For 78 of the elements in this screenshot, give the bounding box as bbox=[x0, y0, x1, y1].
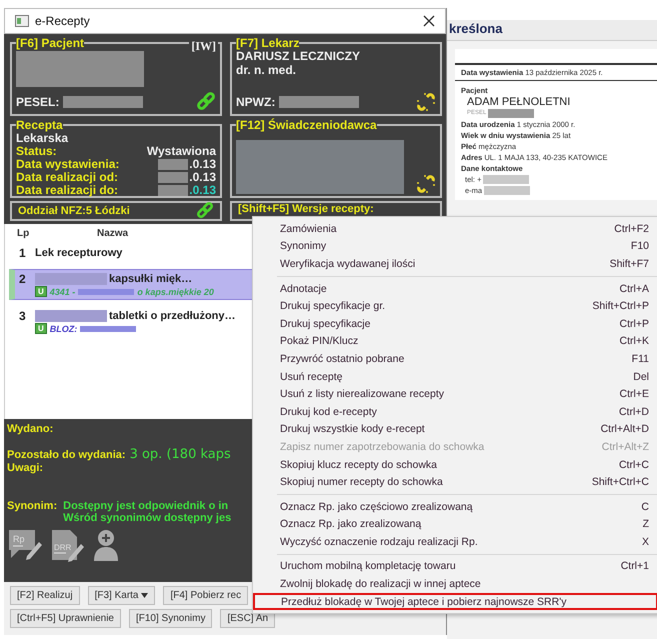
drug-name: kapsułki mięk… bbox=[35, 272, 192, 286]
field-label: Status: bbox=[16, 145, 57, 158]
drug-code: 4341 - bbox=[50, 286, 76, 296]
pesel-label: PESEL: bbox=[16, 95, 60, 109]
drug-name: tabletki o przedłużony… bbox=[35, 310, 236, 322]
drug-detail: o kaps.miękkie 20 bbox=[137, 286, 214, 296]
menu-item[interactable]: Oznacz Rp. jako zrealizowaną Z bbox=[253, 516, 657, 534]
synonym-note: Dostępny jest odpowiednik o in bbox=[63, 500, 230, 512]
toolbar-button[interactable]: [F10] Synonimy bbox=[128, 609, 212, 628]
synonym-note: Wśród synonimów dostępny jes bbox=[63, 512, 232, 524]
drug-code: BLOZ: bbox=[50, 324, 78, 334]
remaining-value: 3 op. (180 kaps bbox=[130, 447, 231, 462]
close-icon[interactable] bbox=[423, 15, 435, 27]
menu-item[interactable]: Uruchom mobilną kompletację towaru Ctrl+1 bbox=[253, 558, 657, 576]
broken-link-icon[interactable] bbox=[416, 174, 436, 194]
issued-label: Wydano: bbox=[7, 423, 54, 435]
menu-item[interactable]: Usuń receptę Del bbox=[253, 368, 657, 386]
field-value: .0.13 bbox=[158, 171, 216, 184]
toolbar-button[interactable]: [F2] Realizuj bbox=[10, 586, 80, 605]
menu-item[interactable]: Pokaż PIN/Klucz Ctrl+K bbox=[253, 332, 657, 350]
panel-title[interactable]: [F12] Świadczeniodawca bbox=[236, 118, 377, 132]
menu-item[interactable]: Wyczyść oznaczenie rodzaju realizacji Rp. X bbox=[253, 533, 657, 551]
menu-item[interactable]: Zamówienia Ctrl+F2 bbox=[253, 220, 657, 238]
menu-item[interactable]: Oznacz Rp. jako częściowo zrealizowaną C bbox=[253, 498, 657, 516]
column-header: Lp bbox=[16, 228, 30, 239]
patient-name: ADAM PEŁNOLETNI bbox=[466, 96, 572, 108]
field-value: .0.13 bbox=[158, 158, 216, 171]
menu-item[interactable]: Przywróć ostatnio pobrane F11 bbox=[253, 350, 657, 368]
row-number: 3 bbox=[19, 309, 27, 323]
field-value: .0.13 bbox=[158, 184, 216, 197]
menu-item[interactable]: Usuń z listy nierealizowane recepty Ctrl+E bbox=[253, 385, 657, 403]
npwz-label: NPWZ: bbox=[236, 95, 276, 109]
redacted-block bbox=[488, 109, 534, 118]
remaining-label: Pozostało do wydania: bbox=[7, 449, 126, 461]
toolbar-button[interactable]: [F3] Karta bbox=[88, 586, 156, 605]
menu-item[interactable]: Drukuj kod e-recepty Ctrl+D bbox=[253, 402, 657, 421]
field-label: Data wystawienia: bbox=[16, 158, 120, 171]
document-title: kreślona bbox=[449, 21, 502, 36]
person-plus-icon[interactable] bbox=[91, 528, 121, 562]
window-icon bbox=[15, 15, 29, 27]
menu-item[interactable]: Drukuj specyfikacje Ctrl+P bbox=[253, 314, 657, 333]
menu-item[interactable]: Przedłuż blokadę w Twojej aptece i pobierz najnowsze SRR'y bbox=[253, 592, 657, 610]
nfz-branch: Oddział NFZ:5 Łódzki bbox=[18, 204, 130, 218]
menu-item[interactable]: Drukuj wszystkie kody e-recept Ctrl+Alt+D bbox=[253, 420, 657, 438]
notes-label: Uwagi: bbox=[7, 462, 44, 474]
row-number: 1 bbox=[19, 246, 27, 260]
doctor-name: DARIUSZ LECZNICZY bbox=[236, 49, 361, 63]
link-icon[interactable] bbox=[196, 202, 214, 220]
broken-link-icon[interactable] bbox=[416, 92, 436, 112]
redacted-block bbox=[78, 288, 134, 294]
panel-title[interactable]: [F7] Lekarz bbox=[236, 36, 300, 50]
field-label: Data realizacji od: bbox=[16, 171, 118, 184]
panel-title[interactable]: [F6] Pacjent bbox=[16, 36, 84, 50]
column-header: Nazwa bbox=[97, 228, 128, 239]
field-label: Data realizacji do: bbox=[16, 184, 118, 197]
prescription-type: Lekarska bbox=[16, 131, 70, 145]
row-number: 2 bbox=[19, 272, 27, 286]
status-badge: U bbox=[35, 323, 47, 334]
window-title: e-Recepty bbox=[35, 14, 91, 28]
redacted-block bbox=[484, 186, 530, 195]
doctor-degree: dr. n. med. bbox=[236, 63, 298, 77]
status-badge: U bbox=[35, 286, 47, 297]
menu-item[interactable]: Synonimy F10 bbox=[253, 238, 657, 256]
toolbar-button[interactable]: [Ctrl+F5] Uprawnienie bbox=[10, 609, 121, 628]
versions-title[interactable]: [Shift+F5] Wersje recepty: bbox=[238, 203, 374, 216]
link-icon[interactable] bbox=[196, 92, 216, 112]
panel-tag: [IW] bbox=[189, 39, 218, 54]
field-value: Wystawiona bbox=[146, 145, 216, 158]
redacted-block bbox=[80, 326, 136, 332]
menu-item[interactable]: Skopiuj numer recepty do schowka Shift+Ctrl+C bbox=[253, 473, 657, 491]
panel-title: Recepta bbox=[16, 118, 63, 132]
synonym-label: Synonim: bbox=[7, 500, 58, 514]
redacted-block bbox=[483, 175, 530, 184]
menu-item[interactable]: Zwolnij blokadę do realizacji w innej aptece bbox=[253, 575, 657, 593]
menu-item[interactable]: Drukuj specyfikacje gr. Shift+Ctrl+P bbox=[253, 297, 657, 315]
toolbar-button[interactable]: [F4] Pobierz rec bbox=[163, 586, 248, 605]
menu-item[interactable]: Skopiuj klucz recepty do schowka Ctrl+C bbox=[253, 456, 657, 474]
drug-name: Lek recepturowy bbox=[35, 247, 122, 259]
